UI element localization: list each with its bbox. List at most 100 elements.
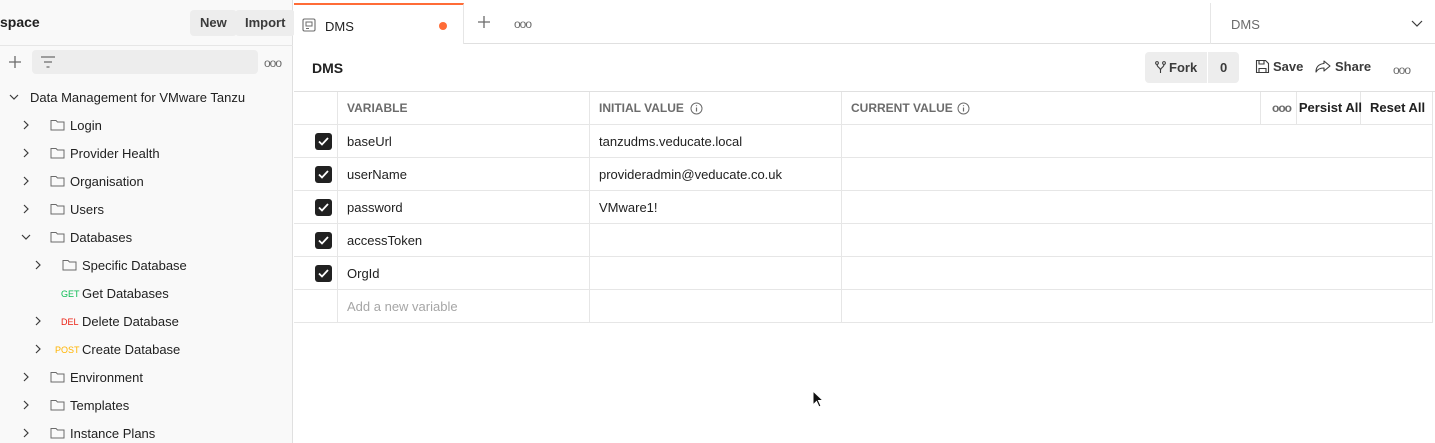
tree-item-provider-health[interactable]: Provider Health <box>0 139 293 167</box>
initial-value-cell[interactable] <box>590 257 842 290</box>
tree-item-label: Specific Database <box>82 258 187 273</box>
tree-item-label: Databases <box>70 230 133 245</box>
tree-item-create-database[interactable]: POST Create Database <box>0 335 293 363</box>
table-row: accessToken <box>294 224 1433 257</box>
tab-more-icon[interactable]: ooo <box>514 17 532 31</box>
app: space New Import ooo Data Management for… <box>0 0 1435 443</box>
add-tab-icon[interactable] <box>476 14 492 30</box>
tree-item-organisation[interactable]: Organisation <box>0 167 293 195</box>
current-value-cell[interactable] <box>842 290 1433 323</box>
persist-all-label: Persist All <box>1298 100 1362 115</box>
chevron-down-icon[interactable] <box>9 92 19 102</box>
variable-cell[interactable]: userName <box>338 158 590 191</box>
initial-value-cell[interactable]: VMware1! <box>590 191 842 224</box>
column-header-current-value: CURRENT VALUE <box>851 101 953 115</box>
workspace-title: space <box>0 14 40 30</box>
folder-icon <box>50 400 65 411</box>
table-row: password VMware1! <box>294 191 1433 224</box>
tree-item-label: Delete Database <box>82 314 179 329</box>
tree-item-templates[interactable]: Templates <box>0 391 293 419</box>
info-icon[interactable] <box>957 102 970 115</box>
table-row: userName provideradmin@veducate.co.uk <box>294 158 1433 191</box>
folder-icon <box>50 232 65 243</box>
collection-name: Data Management for VMware Tanzu <box>30 90 246 105</box>
enabled-checkbox[interactable] <box>315 133 332 150</box>
tree-item-label: Get Databases <box>82 286 169 301</box>
chevron-right-icon[interactable] <box>21 120 31 130</box>
tree-item-instance-plans[interactable]: Instance Plans <box>0 419 293 443</box>
variable-cell[interactable]: OrgId <box>338 257 590 290</box>
environment-icon <box>302 18 316 32</box>
tree-item-delete-database[interactable]: DEL Delete Database <box>0 307 293 335</box>
persist-all-button[interactable]: Persist All <box>1297 92 1362 125</box>
checkbox-cell <box>294 224 338 257</box>
add-variable-placeholder: Add a new variable <box>347 299 458 314</box>
tree-item-environment[interactable]: Environment <box>0 363 293 391</box>
enabled-checkbox[interactable] <box>315 232 332 249</box>
chevron-right-icon[interactable] <box>21 204 31 214</box>
method-badge: GET <box>61 289 80 299</box>
current-value-cell[interactable] <box>842 257 1433 290</box>
reset-all-button[interactable]: Reset All <box>1361 92 1433 125</box>
tree-item-databases[interactable]: Databases <box>0 223 293 251</box>
chevron-right-icon[interactable] <box>21 400 31 410</box>
reset-all-label: Reset All <box>1370 100 1426 115</box>
environment-select[interactable]: DMS <box>1210 3 1435 44</box>
variable-cell[interactable]: accessToken <box>338 224 590 257</box>
current-value-cell[interactable] <box>842 191 1433 224</box>
tree-item-label: Users <box>70 202 104 217</box>
enabled-checkbox[interactable] <box>315 166 332 183</box>
current-value-cell[interactable] <box>842 224 1433 257</box>
initial-value-cell[interactable]: provideradmin@veducate.co.uk <box>590 158 842 191</box>
add-variable-input[interactable]: Add a new variable <box>338 290 590 323</box>
chevron-right-icon[interactable] <box>33 316 43 326</box>
import-button[interactable]: Import <box>235 10 296 36</box>
enabled-checkbox[interactable] <box>315 199 332 216</box>
initial-value-cell[interactable] <box>590 290 842 323</box>
save-label: Save <box>1273 59 1304 74</box>
info-icon[interactable] <box>690 102 703 115</box>
chevron-right-icon[interactable] <box>21 372 31 382</box>
tree-item-get-databases[interactable]: GET Get Databases <box>0 279 293 307</box>
tab-dms[interactable]: DMS <box>294 3 464 44</box>
sidebar: space New Import ooo Data Management for… <box>0 0 296 443</box>
header-more-icon[interactable]: ooo <box>1393 63 1411 77</box>
check-icon <box>318 236 329 245</box>
enabled-checkbox[interactable] <box>315 265 332 282</box>
chevron-down-icon[interactable] <box>21 232 31 242</box>
table-row: OrgId <box>294 257 1433 290</box>
tab-bar: DMS ooo DMS <box>294 0 1435 44</box>
check-icon <box>318 170 329 179</box>
tree-item-specific-database[interactable]: Specific Database <box>0 251 293 279</box>
checkbox-cell <box>294 158 338 191</box>
chevron-right-icon[interactable] <box>33 260 43 270</box>
new-button[interactable]: New <box>190 10 237 36</box>
chevron-right-icon[interactable] <box>21 148 31 158</box>
tree-item-users[interactable]: Users <box>0 195 293 223</box>
workspace-header: space New Import <box>0 0 296 46</box>
fork-count[interactable]: 0 <box>1220 60 1227 75</box>
folder-icon <box>50 428 65 439</box>
chevron-right-icon[interactable] <box>21 428 31 438</box>
initial-value-cell[interactable]: tanzudms.veducate.local <box>590 125 842 158</box>
collection-root[interactable]: Data Management for VMware Tanzu <box>0 83 293 111</box>
folder-icon <box>50 204 65 215</box>
variable-cell[interactable]: password <box>338 191 590 224</box>
current-value-cell[interactable] <box>842 125 1433 158</box>
more-icon[interactable]: ooo <box>264 56 282 70</box>
tree-item-login[interactable]: Login <box>0 111 293 139</box>
chevron-right-icon[interactable] <box>33 344 43 354</box>
unsaved-dot-icon <box>439 22 447 30</box>
checkbox-cell <box>294 290 338 323</box>
header-cell <box>294 92 338 125</box>
initial-value-cell[interactable] <box>590 224 842 257</box>
fork-button[interactable]: Fork 0 <box>1145 52 1239 83</box>
filter-input[interactable] <box>32 50 258 74</box>
page-title: DMS <box>312 60 344 76</box>
variable-cell[interactable]: baseUrl <box>338 125 590 158</box>
current-value-cell[interactable] <box>842 158 1433 191</box>
plus-icon[interactable] <box>6 53 24 71</box>
tree-item-label: Environment <box>70 370 143 385</box>
chevron-right-icon[interactable] <box>21 176 31 186</box>
tab-label: DMS <box>325 19 354 34</box>
